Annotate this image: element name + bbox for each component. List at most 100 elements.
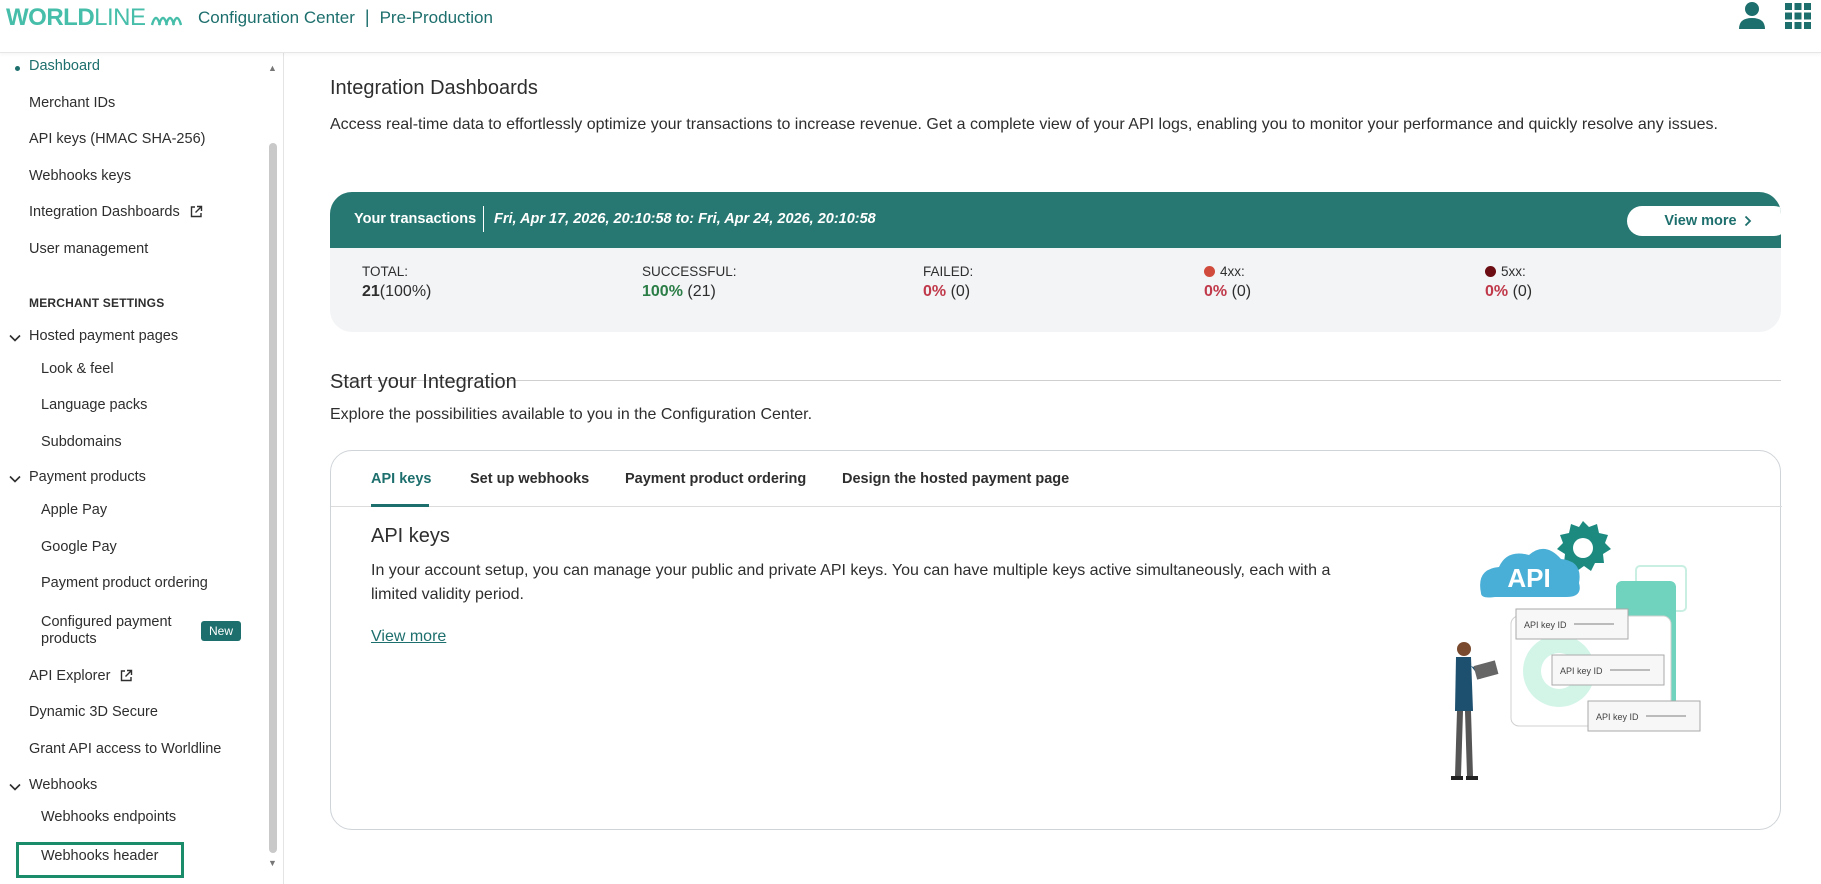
tab-set-up-webhooks[interactable]: Set up webhooks	[470, 471, 589, 487]
active-tab-indicator	[371, 504, 429, 507]
sidebar-item-integration-dashboards[interactable]: Integration Dashboards	[29, 204, 203, 220]
stat-total: TOTAL: 21(100%)	[362, 264, 431, 301]
stat-count: (0)	[950, 283, 971, 300]
app-title: Configuration Center | Pre-Production	[198, 7, 493, 28]
illustration-cloud-label: API	[1507, 563, 1550, 593]
main-content: Integration Dashboards Access real-time …	[285, 53, 1821, 884]
stat-number: 21	[362, 283, 380, 300]
sidebar-item-language-packs[interactable]: Language packs	[41, 397, 147, 413]
sidebar-item-user-management[interactable]: User management	[29, 241, 148, 257]
stat-percent: 0%	[1485, 283, 1509, 300]
apps-grid-icon[interactable]	[1785, 3, 1811, 29]
sidebar: Dashboard Merchant IDs API keys (HMAC SH…	[0, 53, 284, 884]
stat-label: SUCCESSFUL:	[642, 264, 737, 279]
external-link-icon	[190, 205, 202, 218]
chevron-down-icon[interactable]	[8, 331, 22, 345]
stat-successful: SUCCESSFUL: 100% (21)	[642, 264, 737, 301]
stat-percent: 0%	[923, 283, 947, 300]
sidebar-item-apple-pay[interactable]: Apple Pay	[41, 502, 107, 518]
illustration-key-label: API key ID	[1560, 666, 1603, 676]
sidebar-group-payment-products[interactable]: Payment products	[29, 469, 146, 485]
section-label-merchant-settings: MERCHANT SETTINGS	[29, 296, 165, 310]
panel-description: In your account setup, you can manage yo…	[371, 562, 1331, 603]
top-bar: WORLDLINE Configuration Center | Pre-Pro…	[0, 0, 1821, 53]
new-badge: New	[201, 621, 242, 641]
section-divider	[330, 380, 1781, 381]
stat-5xx: 5xx: 0% (0)	[1485, 264, 1532, 301]
sidebar-item-label: Integration Dashboards	[29, 204, 180, 220]
stat-value: 0% (0)	[923, 283, 973, 301]
illustration-key-label: API key ID	[1524, 620, 1567, 630]
sidebar-item-label-line1: Configured payment	[41, 614, 172, 630]
sidebar-item-subdomains[interactable]: Subdomains	[41, 434, 122, 450]
integration-dashboards-description: Access real-time data to effortlessly op…	[330, 116, 1718, 133]
sidebar-item-google-pay[interactable]: Google Pay	[41, 539, 117, 555]
stat-count: (0)	[1512, 283, 1533, 300]
sidebar-item-payment-product-ordering[interactable]: Payment product ordering	[41, 575, 208, 591]
stat-label: 4xx:	[1220, 264, 1245, 279]
user-icon[interactable]	[1737, 1, 1767, 31]
transactions-date-range: Fri, Apr 17, 2026, 20:10:58 to: Fri, Apr…	[494, 211, 876, 227]
stat-count: (21)	[687, 283, 716, 300]
stat-value: 21(100%)	[362, 283, 431, 301]
start-integration-description: Explore the possibilities available to y…	[330, 406, 813, 423]
sidebar-item-dashboard[interactable]: Dashboard	[29, 58, 100, 74]
sidebar-item-label-line2: products	[41, 631, 97, 647]
panel-view-more-link[interactable]: View more	[371, 628, 446, 646]
stat-value: 100% (21)	[642, 283, 737, 301]
sidebar-group-hosted-payment-pages[interactable]: Hosted payment pages	[29, 328, 178, 344]
status-dot-4xx	[1204, 266, 1215, 277]
view-more-label: View more	[1664, 213, 1737, 229]
integration-tabs: API keys Set up webhooks Payment product…	[331, 451, 1782, 507]
transactions-card: Your transactions Fri, Apr 17, 2026, 20:…	[330, 192, 1781, 332]
sidebar-item-webhooks-endpoints[interactable]: Webhooks endpoints	[41, 809, 176, 825]
environment-label: Pre-Production	[379, 7, 493, 27]
chevron-down-icon[interactable]	[8, 780, 22, 794]
stat-failed: FAILED: 0% (0)	[923, 264, 973, 301]
sidebar-scrollbar-thumb[interactable]	[269, 143, 277, 853]
sidebar-item-grant-api-access[interactable]: Grant API access to Worldline	[29, 741, 221, 757]
sidebar-item-webhooks-keys[interactable]: Webhooks keys	[29, 168, 131, 184]
sidebar-item-look-feel[interactable]: Look & feel	[41, 361, 114, 377]
brand-name: WORLDLINE	[6, 4, 146, 31]
chevron-right-icon	[1744, 215, 1751, 227]
stat-label: FAILED:	[923, 264, 974, 279]
sidebar-item-configured-payment-products[interactable]: Configured payment products	[41, 614, 172, 648]
stat-value: 0% (0)	[1204, 283, 1251, 301]
integration-card: API keys Set up webhooks Payment product…	[330, 450, 1782, 830]
stat-label: TOTAL:	[362, 264, 409, 279]
stat-count: (0)	[1231, 283, 1252, 300]
scroll-up-arrow-icon[interactable]: ▲	[268, 63, 277, 73]
tab-api-keys[interactable]: API keys	[371, 471, 431, 487]
tab-payment-product-ordering[interactable]: Payment product ordering	[625, 471, 806, 487]
sidebar-group-webhooks[interactable]: Webhooks	[29, 777, 97, 793]
start-integration-title: Start your Integration	[330, 371, 517, 393]
stat-percent: 0%	[1204, 283, 1228, 300]
sidebar-item-api-explorer[interactable]: API Explorer	[29, 668, 133, 684]
view-more-button[interactable]: View more	[1627, 206, 1781, 236]
app-name[interactable]: Configuration Center	[198, 8, 355, 28]
integration-dashboards-title: Integration Dashboards	[330, 77, 538, 99]
stat-label: 5xx:	[1501, 264, 1526, 279]
sidebar-item-webhooks-header[interactable]: Webhooks header	[41, 848, 158, 864]
worldline-waves-icon	[150, 16, 182, 26]
sidebar-item-label: API Explorer	[29, 668, 111, 684]
stat-percent: 100%	[642, 283, 683, 300]
status-dot-5xx	[1485, 266, 1496, 277]
panel-title: API keys	[371, 525, 450, 547]
transactions-header: Your transactions Fri, Apr 17, 2026, 20:…	[330, 192, 1781, 248]
sidebar-item-api-keys[interactable]: API keys (HMAC SHA-256)	[29, 131, 205, 147]
active-indicator-dot	[15, 66, 20, 71]
worldline-logo[interactable]: WORLDLINE	[6, 4, 182, 32]
header-divider	[483, 206, 484, 232]
sidebar-item-dynamic-3d-secure[interactable]: Dynamic 3D Secure	[29, 704, 158, 720]
title-separator: |	[364, 7, 370, 27]
tab-design-hosted-payment-page[interactable]: Design the hosted payment page	[842, 471, 1069, 487]
stat-4xx: 4xx: 0% (0)	[1204, 264, 1251, 301]
chevron-down-icon[interactable]	[8, 472, 22, 486]
stat-value: 0% (0)	[1485, 283, 1532, 301]
scroll-down-arrow-icon[interactable]: ▼	[268, 858, 277, 868]
sidebar-item-merchant-ids[interactable]: Merchant IDs	[29, 95, 115, 111]
illustration-key-label: API key ID	[1596, 712, 1639, 722]
stat-count: (100%)	[379, 283, 432, 300]
